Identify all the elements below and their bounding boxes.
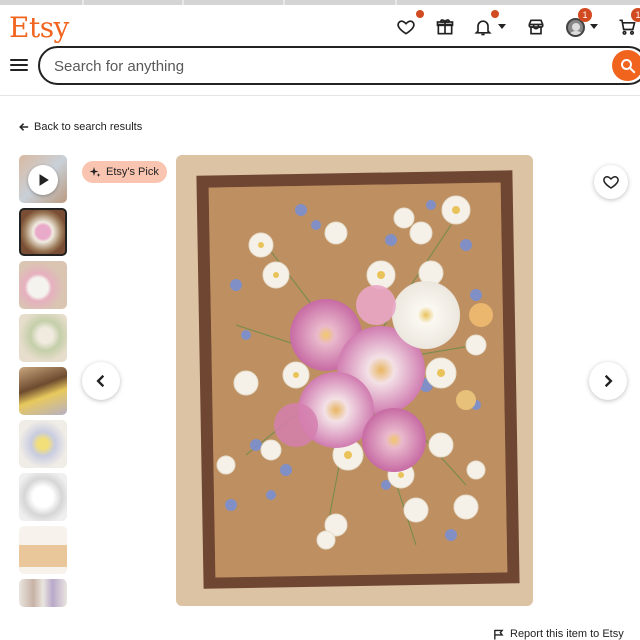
heart-icon [603, 175, 619, 189]
search-icon [620, 58, 635, 73]
pick-label: Etsy's Pick [106, 166, 159, 178]
thumbnail-item[interactable] [19, 261, 67, 309]
add-to-favorites-button[interactable] [594, 165, 628, 199]
search-button[interactable] [612, 50, 640, 81]
thumbnail-video[interactable] [19, 155, 67, 203]
chevron-down-icon [590, 24, 598, 29]
gift-icon [436, 19, 454, 35]
sparkle-icon [89, 167, 101, 177]
header-divider [0, 95, 640, 96]
cart-badge: 1 [631, 8, 640, 22]
report-item-link[interactable]: Report this item to Etsy [493, 628, 624, 640]
menu-button[interactable] [10, 56, 28, 74]
chevron-down-icon [498, 24, 506, 29]
next-image-button[interactable] [589, 362, 627, 400]
thumbnail-item[interactable] [19, 473, 67, 521]
back-label: Back to search results [34, 121, 143, 133]
etsys-pick-badge: Etsy's Pick [82, 161, 167, 183]
search-bar [38, 46, 640, 85]
arrow-left-icon [19, 123, 29, 131]
thumbnail-item[interactable] [19, 367, 67, 415]
thumbnail-item[interactable] [19, 420, 67, 468]
gift-button[interactable] [432, 14, 458, 40]
favorites-dot [416, 10, 424, 18]
heart-icon [397, 20, 415, 35]
chevron-right-icon [604, 374, 613, 388]
search-input[interactable] [54, 56, 554, 76]
report-label: Report this item to Etsy [510, 628, 624, 640]
notifications-dot [491, 10, 499, 18]
shop-icon [528, 19, 544, 35]
account-badge: 1 [578, 8, 592, 22]
etsy-logo[interactable]: Etsy [9, 11, 69, 44]
previous-image-button[interactable] [82, 362, 120, 400]
pressed-flower-frame-image [176, 155, 533, 606]
notifications-button[interactable] [470, 14, 496, 40]
bell-icon [474, 20, 492, 36]
thumbnail-item[interactable] [19, 526, 67, 574]
site-header: Etsy 1 1 [0, 5, 640, 45]
listing-main-image[interactable] [176, 155, 533, 606]
thumbnail-item[interactable] [19, 314, 67, 362]
back-to-search-link[interactable]: Back to search results [19, 121, 142, 133]
shop-manager-button[interactable] [523, 14, 549, 40]
thumbnail-item[interactable] [19, 579, 67, 607]
flag-icon [494, 629, 504, 640]
chevron-left-icon [96, 374, 105, 388]
favorites-button[interactable] [393, 14, 419, 40]
thumbnail-item[interactable] [19, 208, 67, 256]
thumbnail-list [19, 155, 69, 612]
play-icon [28, 165, 58, 195]
